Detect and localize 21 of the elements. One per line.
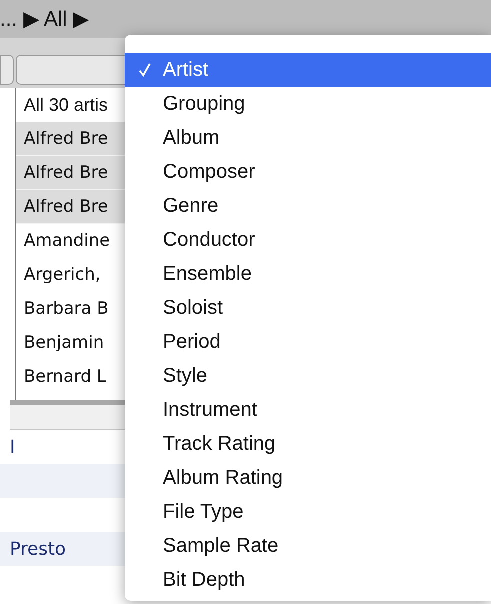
menu-item[interactable]: Artist <box>125 53 491 87</box>
menu-item[interactable]: Genre <box>125 189 491 223</box>
table-cell: Presto <box>10 538 66 560</box>
breadcrumb[interactable]: ... ▶ All ▶ <box>0 6 90 32</box>
menu-item[interactable]: Conductor <box>125 223 491 257</box>
menu-item[interactable]: File Type <box>125 495 491 529</box>
menu-item[interactable]: Album <box>125 121 491 155</box>
table-cell: I <box>10 436 16 458</box>
menu-item[interactable]: Period <box>125 325 491 359</box>
menu-item[interactable]: Sample Rate <box>125 529 491 563</box>
column-header[interactable] <box>0 55 14 85</box>
menu-item[interactable]: Grouping <box>125 87 491 121</box>
menu-item[interactable]: Composer <box>125 155 491 189</box>
menu-item[interactable]: Ensemble <box>125 257 491 291</box>
menu-item[interactable]: Bit Depth <box>125 563 491 597</box>
menu-item[interactable]: Style <box>125 359 491 393</box>
checkmark-icon <box>139 63 151 77</box>
menu-item[interactable]: Track Rating <box>125 427 491 461</box>
menu-item[interactable]: Album Rating <box>125 461 491 495</box>
menu-item[interactable]: Soloist <box>125 291 491 325</box>
menu-item[interactable]: Instrument <box>125 393 491 427</box>
